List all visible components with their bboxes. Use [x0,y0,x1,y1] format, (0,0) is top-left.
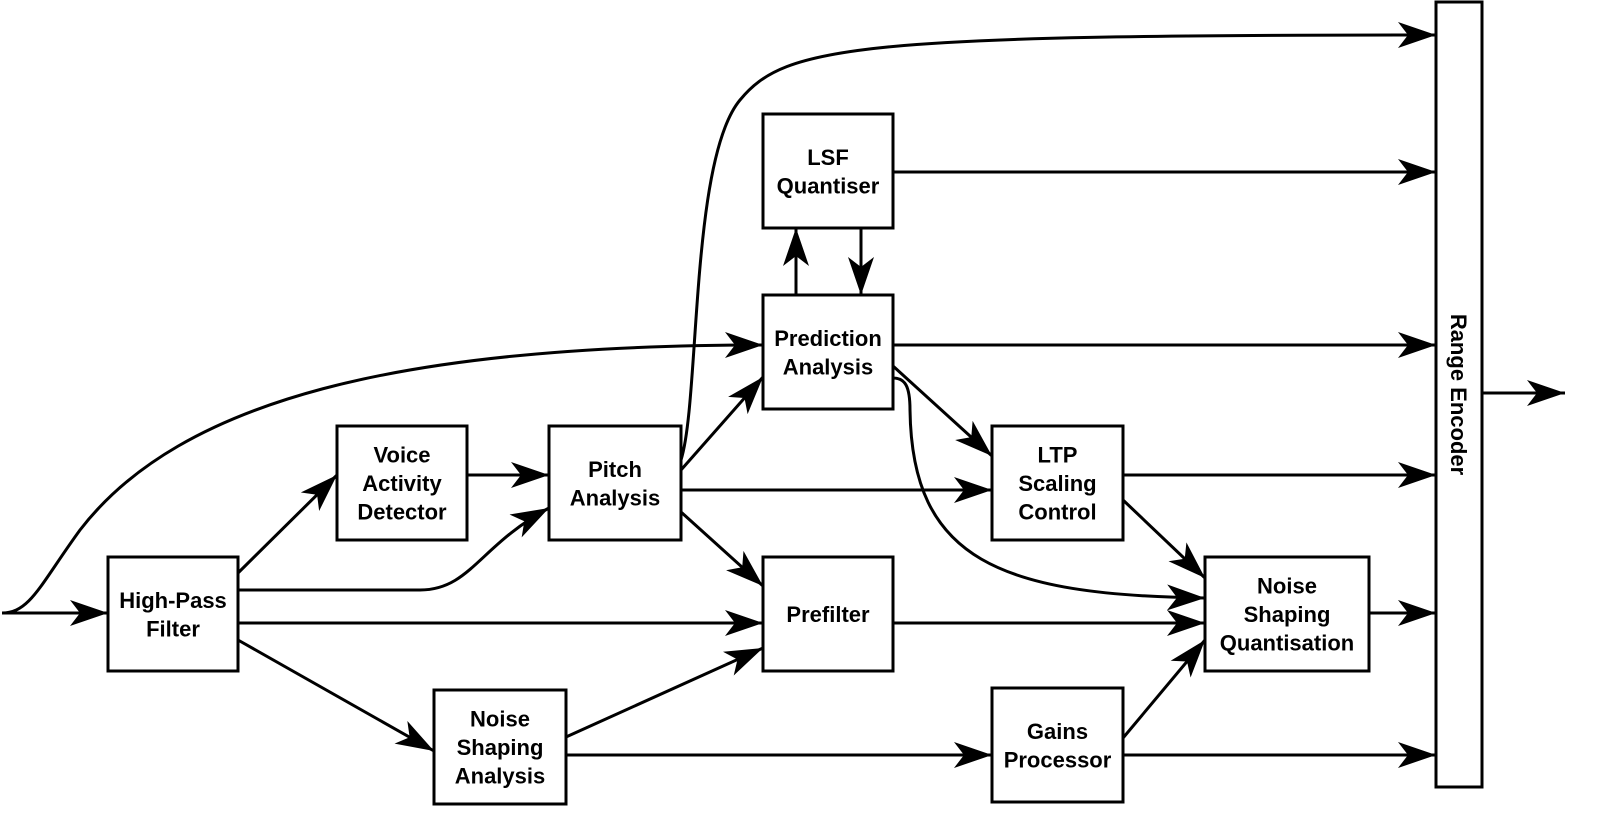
block-lsf-label-line: Quantiser [777,173,880,198]
block-ltp-label-line: Control [1018,500,1096,525]
block-nsa-label-line: Shaping [457,735,544,760]
block-range: Range Encoder [1434,0,1484,789]
block-hpf-box [106,555,240,673]
block-prefilter-label-line: Prefilter [786,602,870,627]
block-hpf: High-Pass Filter [106,555,240,673]
block-pitch-box [547,424,683,542]
block-ltp-label-line: LTP [1038,443,1078,468]
block-nsa-label-line: Analysis [455,764,546,789]
hpf-to-vad-arrow [236,473,339,575]
block-nsq: Noise Shaping Quantisation [1203,555,1371,673]
gains-to-nsq-arrow [1121,639,1207,739]
block-vad-label-line: Voice [373,443,430,468]
block-vad-label-line: Detector [357,500,447,525]
block-vad: Voice Activity Detector [335,424,469,542]
pitch-to-prefilter-arrow [679,510,765,588]
block-gains-label-line: Processor [1004,747,1112,772]
prediction-to-ltp-arrow [891,364,994,458]
block-prefilter: Prefilter [761,555,895,673]
block-pred-label-line: Analysis [783,354,874,379]
block-lsf-box [761,112,895,230]
block-ltp: LTP Scaling Control [990,424,1125,542]
block-pred-box [761,293,895,411]
block-nsq-label-line: Shaping [1244,602,1331,627]
ltp-to-nsq-arrow [1121,498,1207,580]
pitch-to-prediction-arrow [679,376,765,471]
block-nsa: Noise Shaping Analysis [432,688,568,806]
block-range-label-line: Range Encoder [1446,314,1471,476]
block-ltp-label-line: Scaling [1018,471,1096,496]
block-pred-label-line: Prediction [774,326,882,351]
block-pred: Prediction Analysis [761,293,895,411]
block-pitch-label-line: Analysis [570,485,661,510]
block-hpf-label-line: Filter [146,616,200,641]
block-nsa-label-line: Noise [470,707,530,732]
nsa-to-prefilter-arrow [565,646,764,739]
block-range-label: Range Encoder [1446,314,1471,476]
block-lsf-label-line: LSF [807,145,849,170]
encoder-block-diagram: High-Pass Filter Voice Activity Detector Pitc… [1,0,1565,806]
block-gains-label-line: Gains [1027,719,1088,744]
block-gains-box [990,686,1125,804]
block-pitch-label-line: Pitch [588,457,642,482]
block-nsq-label-line: Noise [1257,574,1317,599]
block-vad-label-line: Activity [362,471,442,496]
block-gains: Gains Processor [990,686,1125,804]
block-prefilter-label: Prefilter [786,602,870,627]
hpf-to-nsa-arrow [237,638,435,753]
block-pitch: Pitch Analysis [547,424,683,542]
block-lsf: LSF Quantiser [761,112,895,230]
block-nsq-label-line: Quantisation [1220,631,1354,656]
block-hpf-label-line: High-Pass [119,588,227,613]
